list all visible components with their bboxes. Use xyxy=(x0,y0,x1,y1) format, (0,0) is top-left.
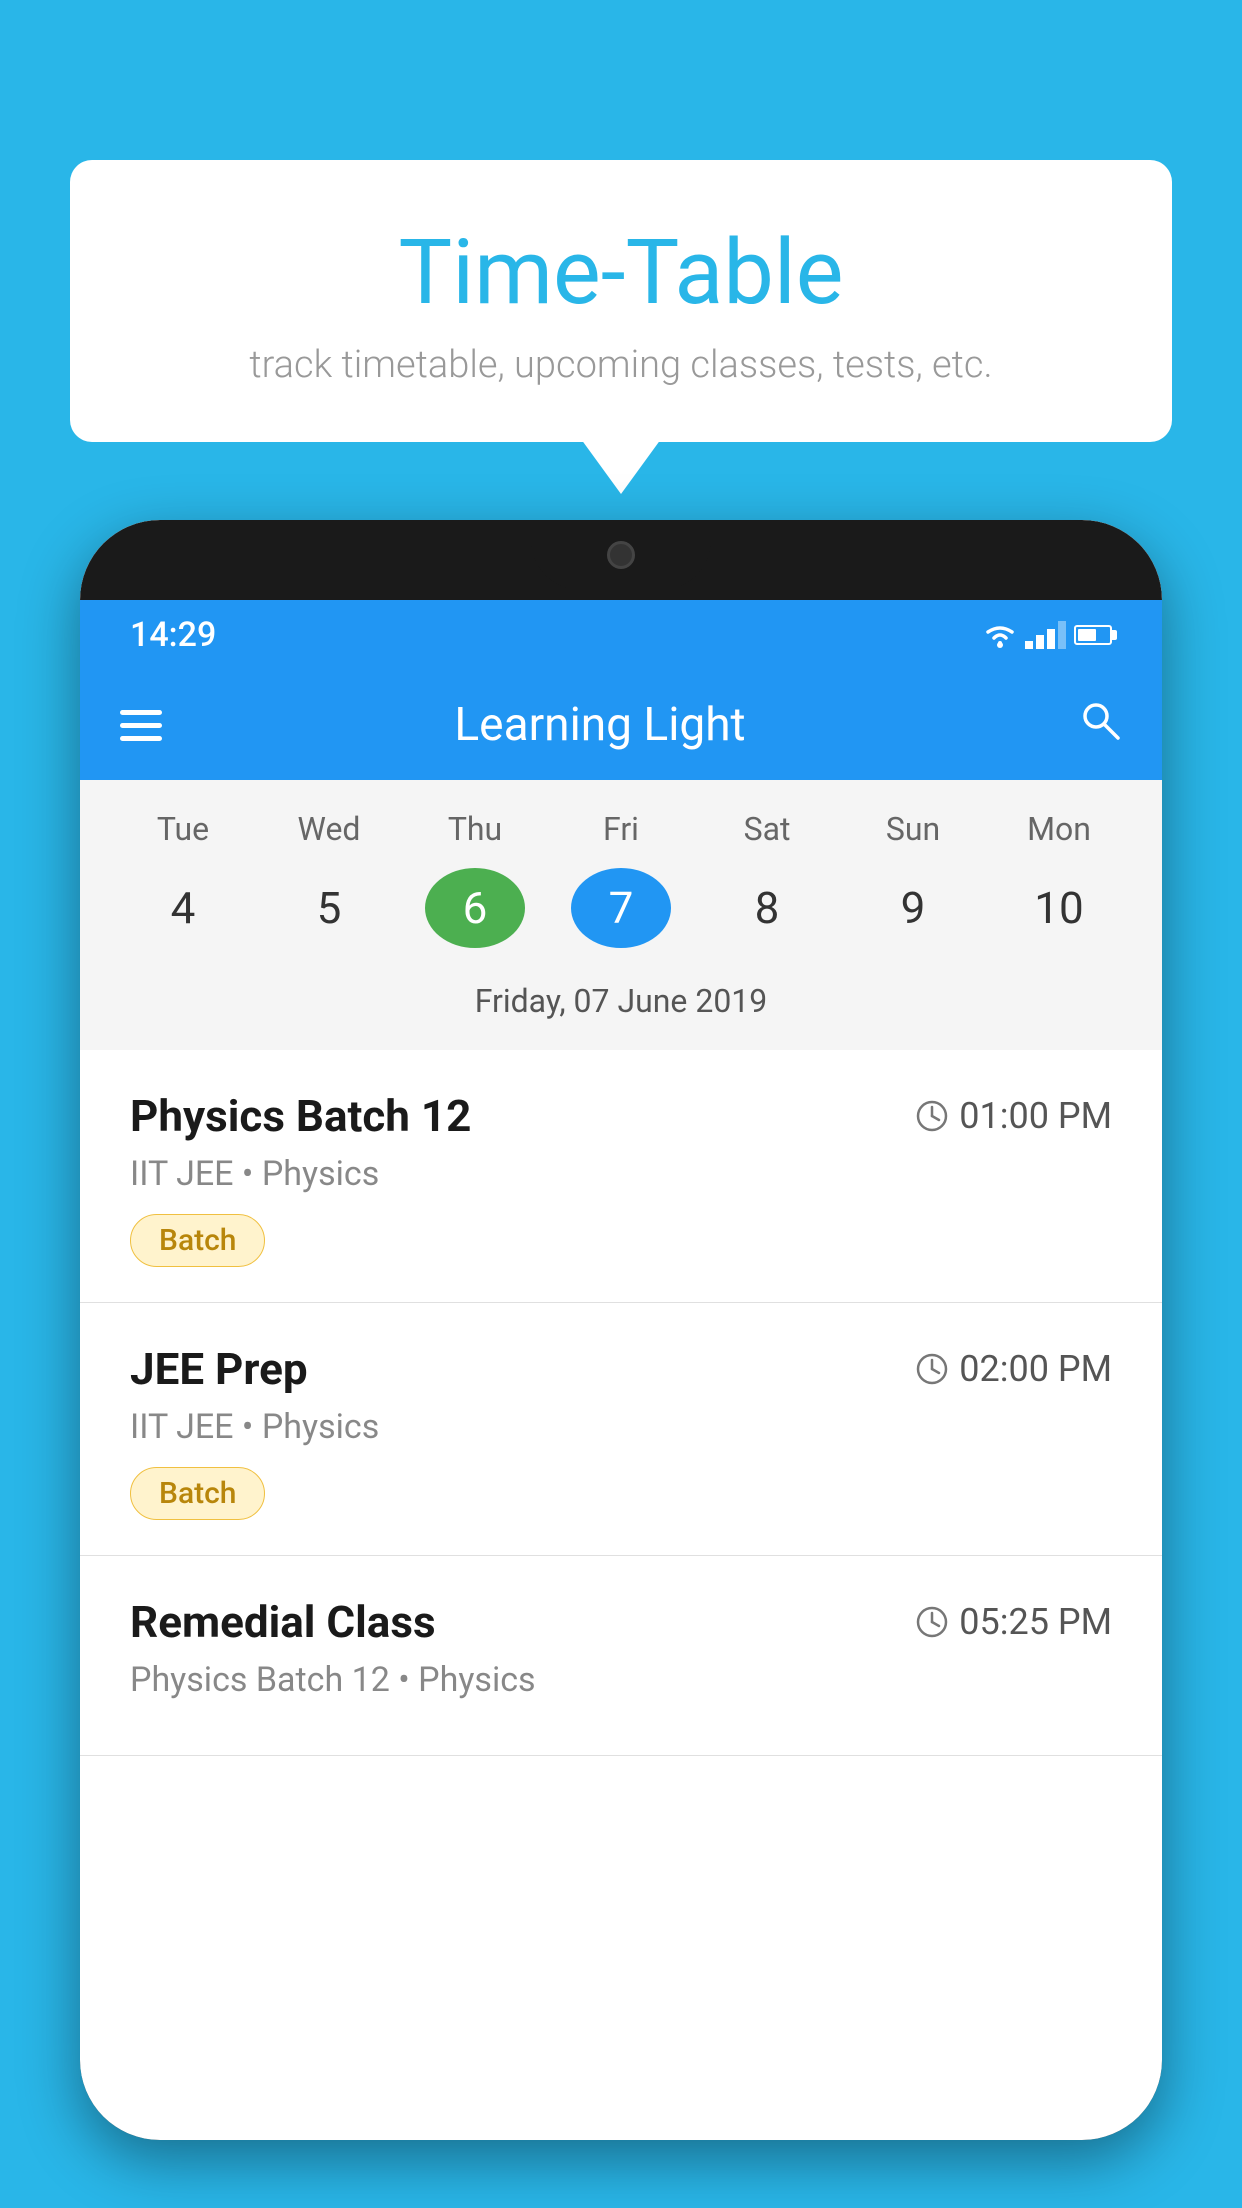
clock-icon-2 xyxy=(915,1352,949,1386)
wifi-icon xyxy=(983,622,1017,648)
clock-icon-1 xyxy=(915,1099,949,1133)
day-numbers: 4 5 6 7 8 9 10 xyxy=(80,858,1162,968)
day-header-wed: Wed xyxy=(279,810,379,848)
day-header-sun: Sun xyxy=(863,810,963,848)
date-10[interactable]: 10 xyxy=(1009,868,1109,948)
class-subject-1: IIT JEE • Physics xyxy=(130,1154,1112,1194)
signal-icon xyxy=(1025,621,1066,649)
phone-top-bar xyxy=(80,520,1162,600)
clock-icon-3 xyxy=(915,1605,949,1639)
class-time-3: 05:25 PM xyxy=(915,1601,1112,1643)
class-name-3: Remedial Class xyxy=(130,1596,436,1648)
selected-date-label: Friday, 07 June 2019 xyxy=(80,968,1162,1040)
class-card-2[interactable]: JEE Prep 02:00 PM IIT JEE • Physics Batc… xyxy=(80,1303,1162,1556)
phone-body: 14:29 xyxy=(80,520,1162,2140)
batch-badge-2: Batch xyxy=(130,1467,265,1520)
page-subtitle: track timetable, upcoming classes, tests… xyxy=(130,343,1112,387)
class-card-2-header: JEE Prep 02:00 PM xyxy=(130,1343,1112,1395)
status-icons xyxy=(983,621,1112,649)
day-header-thu: Thu xyxy=(425,810,525,848)
date-9[interactable]: 9 xyxy=(863,868,963,948)
phone-mockup: 14:29 xyxy=(80,520,1162,2208)
class-subject-2: IIT JEE • Physics xyxy=(130,1407,1112,1447)
speech-bubble-container: Time-Table track timetable, upcoming cla… xyxy=(70,160,1172,442)
class-time-1: 01:00 PM xyxy=(915,1095,1112,1137)
class-name-1: Physics Batch 12 xyxy=(130,1090,471,1142)
class-card-1[interactable]: Physics Batch 12 01:00 PM IIT JEE • Phys… xyxy=(80,1050,1162,1303)
battery-icon xyxy=(1074,625,1112,645)
date-7-selected[interactable]: 7 xyxy=(571,868,671,948)
calendar-week: Tue Wed Thu Fri Sat Sun Mon 4 5 6 7 8 9 … xyxy=(80,780,1162,1050)
day-header-sat: Sat xyxy=(717,810,817,848)
phone-notch xyxy=(531,520,711,590)
phone-camera xyxy=(607,541,635,569)
date-8[interactable]: 8 xyxy=(717,868,817,948)
speech-bubble: Time-Table track timetable, upcoming cla… xyxy=(70,160,1172,442)
date-4[interactable]: 4 xyxy=(133,868,233,948)
day-header-tue: Tue xyxy=(133,810,233,848)
date-5[interactable]: 5 xyxy=(279,868,379,948)
page-title: Time-Table xyxy=(130,220,1112,325)
date-6-today[interactable]: 6 xyxy=(425,868,525,948)
content-area: Physics Batch 12 01:00 PM IIT JEE • Phys… xyxy=(80,1050,1162,1756)
app-bar: Learning Light xyxy=(80,670,1162,780)
class-time-2: 02:00 PM xyxy=(915,1348,1112,1390)
class-subject-3: Physics Batch 12 • Physics xyxy=(130,1660,1112,1700)
search-button[interactable] xyxy=(1078,698,1122,753)
class-card-3[interactable]: Remedial Class 05:25 PM Physics Batch 12… xyxy=(80,1556,1162,1756)
status-time: 14:29 xyxy=(130,615,216,655)
day-headers: Tue Wed Thu Fri Sat Sun Mon xyxy=(80,800,1162,858)
phone-screen: 14:29 xyxy=(80,520,1162,2140)
batch-badge-1: Batch xyxy=(130,1214,265,1267)
class-card-1-header: Physics Batch 12 01:00 PM xyxy=(130,1090,1112,1142)
day-header-mon: Mon xyxy=(1009,810,1109,848)
class-name-2: JEE Prep xyxy=(130,1343,308,1395)
app-title: Learning Light xyxy=(152,698,1048,752)
day-header-fri: Fri xyxy=(571,810,671,848)
status-bar: 14:29 xyxy=(80,600,1162,670)
class-card-3-header: Remedial Class 05:25 PM xyxy=(130,1596,1112,1648)
